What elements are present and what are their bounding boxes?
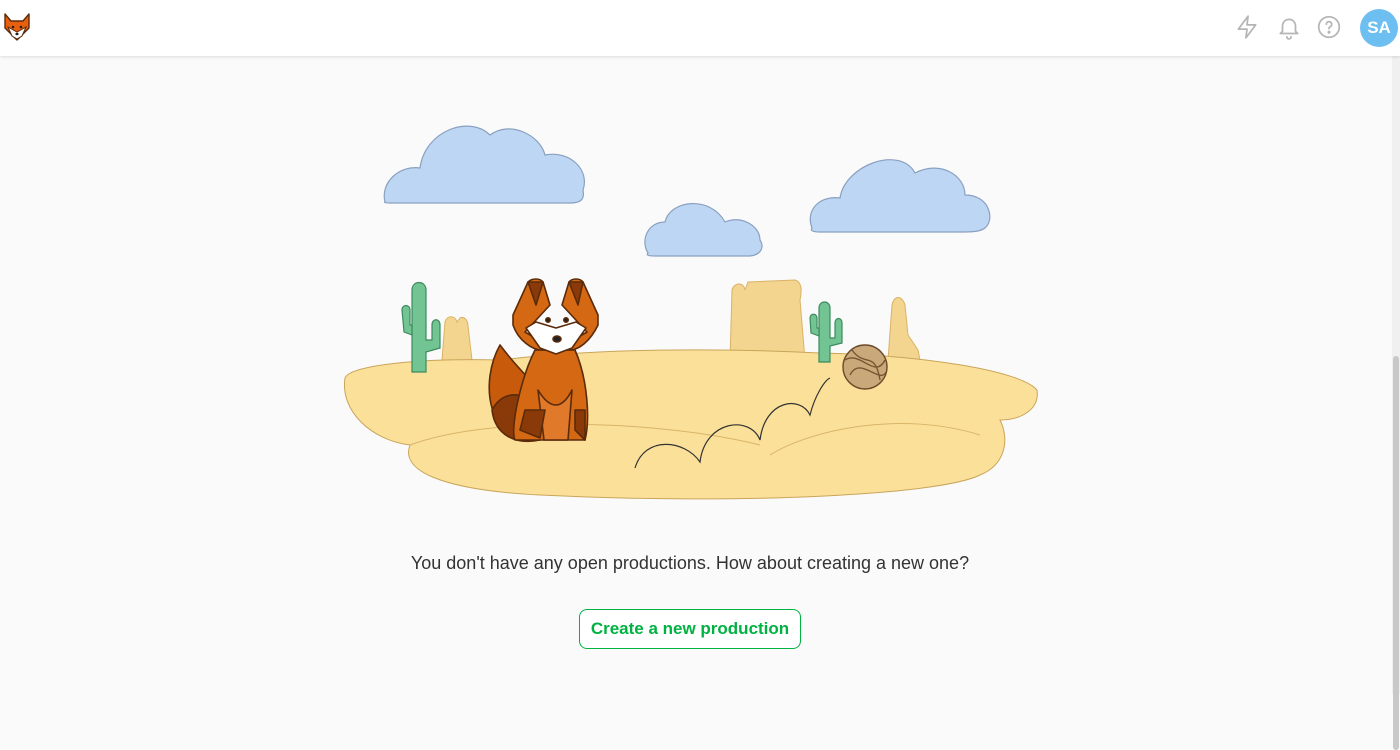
- page-scrollbar[interactable]: [1392, 56, 1400, 750]
- scrollbar-thumb[interactable]: [1393, 356, 1399, 750]
- help-circle-icon[interactable]: [1316, 14, 1342, 40]
- tumbleweed-icon: [842, 344, 888, 390]
- top-bar: SA: [0, 0, 1400, 56]
- cloud: [644, 203, 763, 257]
- user-avatar[interactable]: SA: [1360, 9, 1398, 47]
- create-production-button[interactable]: Create a new production: [579, 609, 801, 649]
- cloud: [809, 159, 991, 233]
- lightning-icon[interactable]: [1234, 14, 1260, 40]
- cloud: [383, 125, 585, 204]
- desert-fox-illustration: [340, 110, 1050, 510]
- cactus-icon: [401, 281, 441, 373]
- sand-dunes: [343, 349, 1038, 500]
- bell-icon[interactable]: [1276, 14, 1302, 40]
- empty-state-message: You don't have any open productions. How…: [410, 553, 970, 573]
- fox-logo-icon[interactable]: [2, 10, 32, 44]
